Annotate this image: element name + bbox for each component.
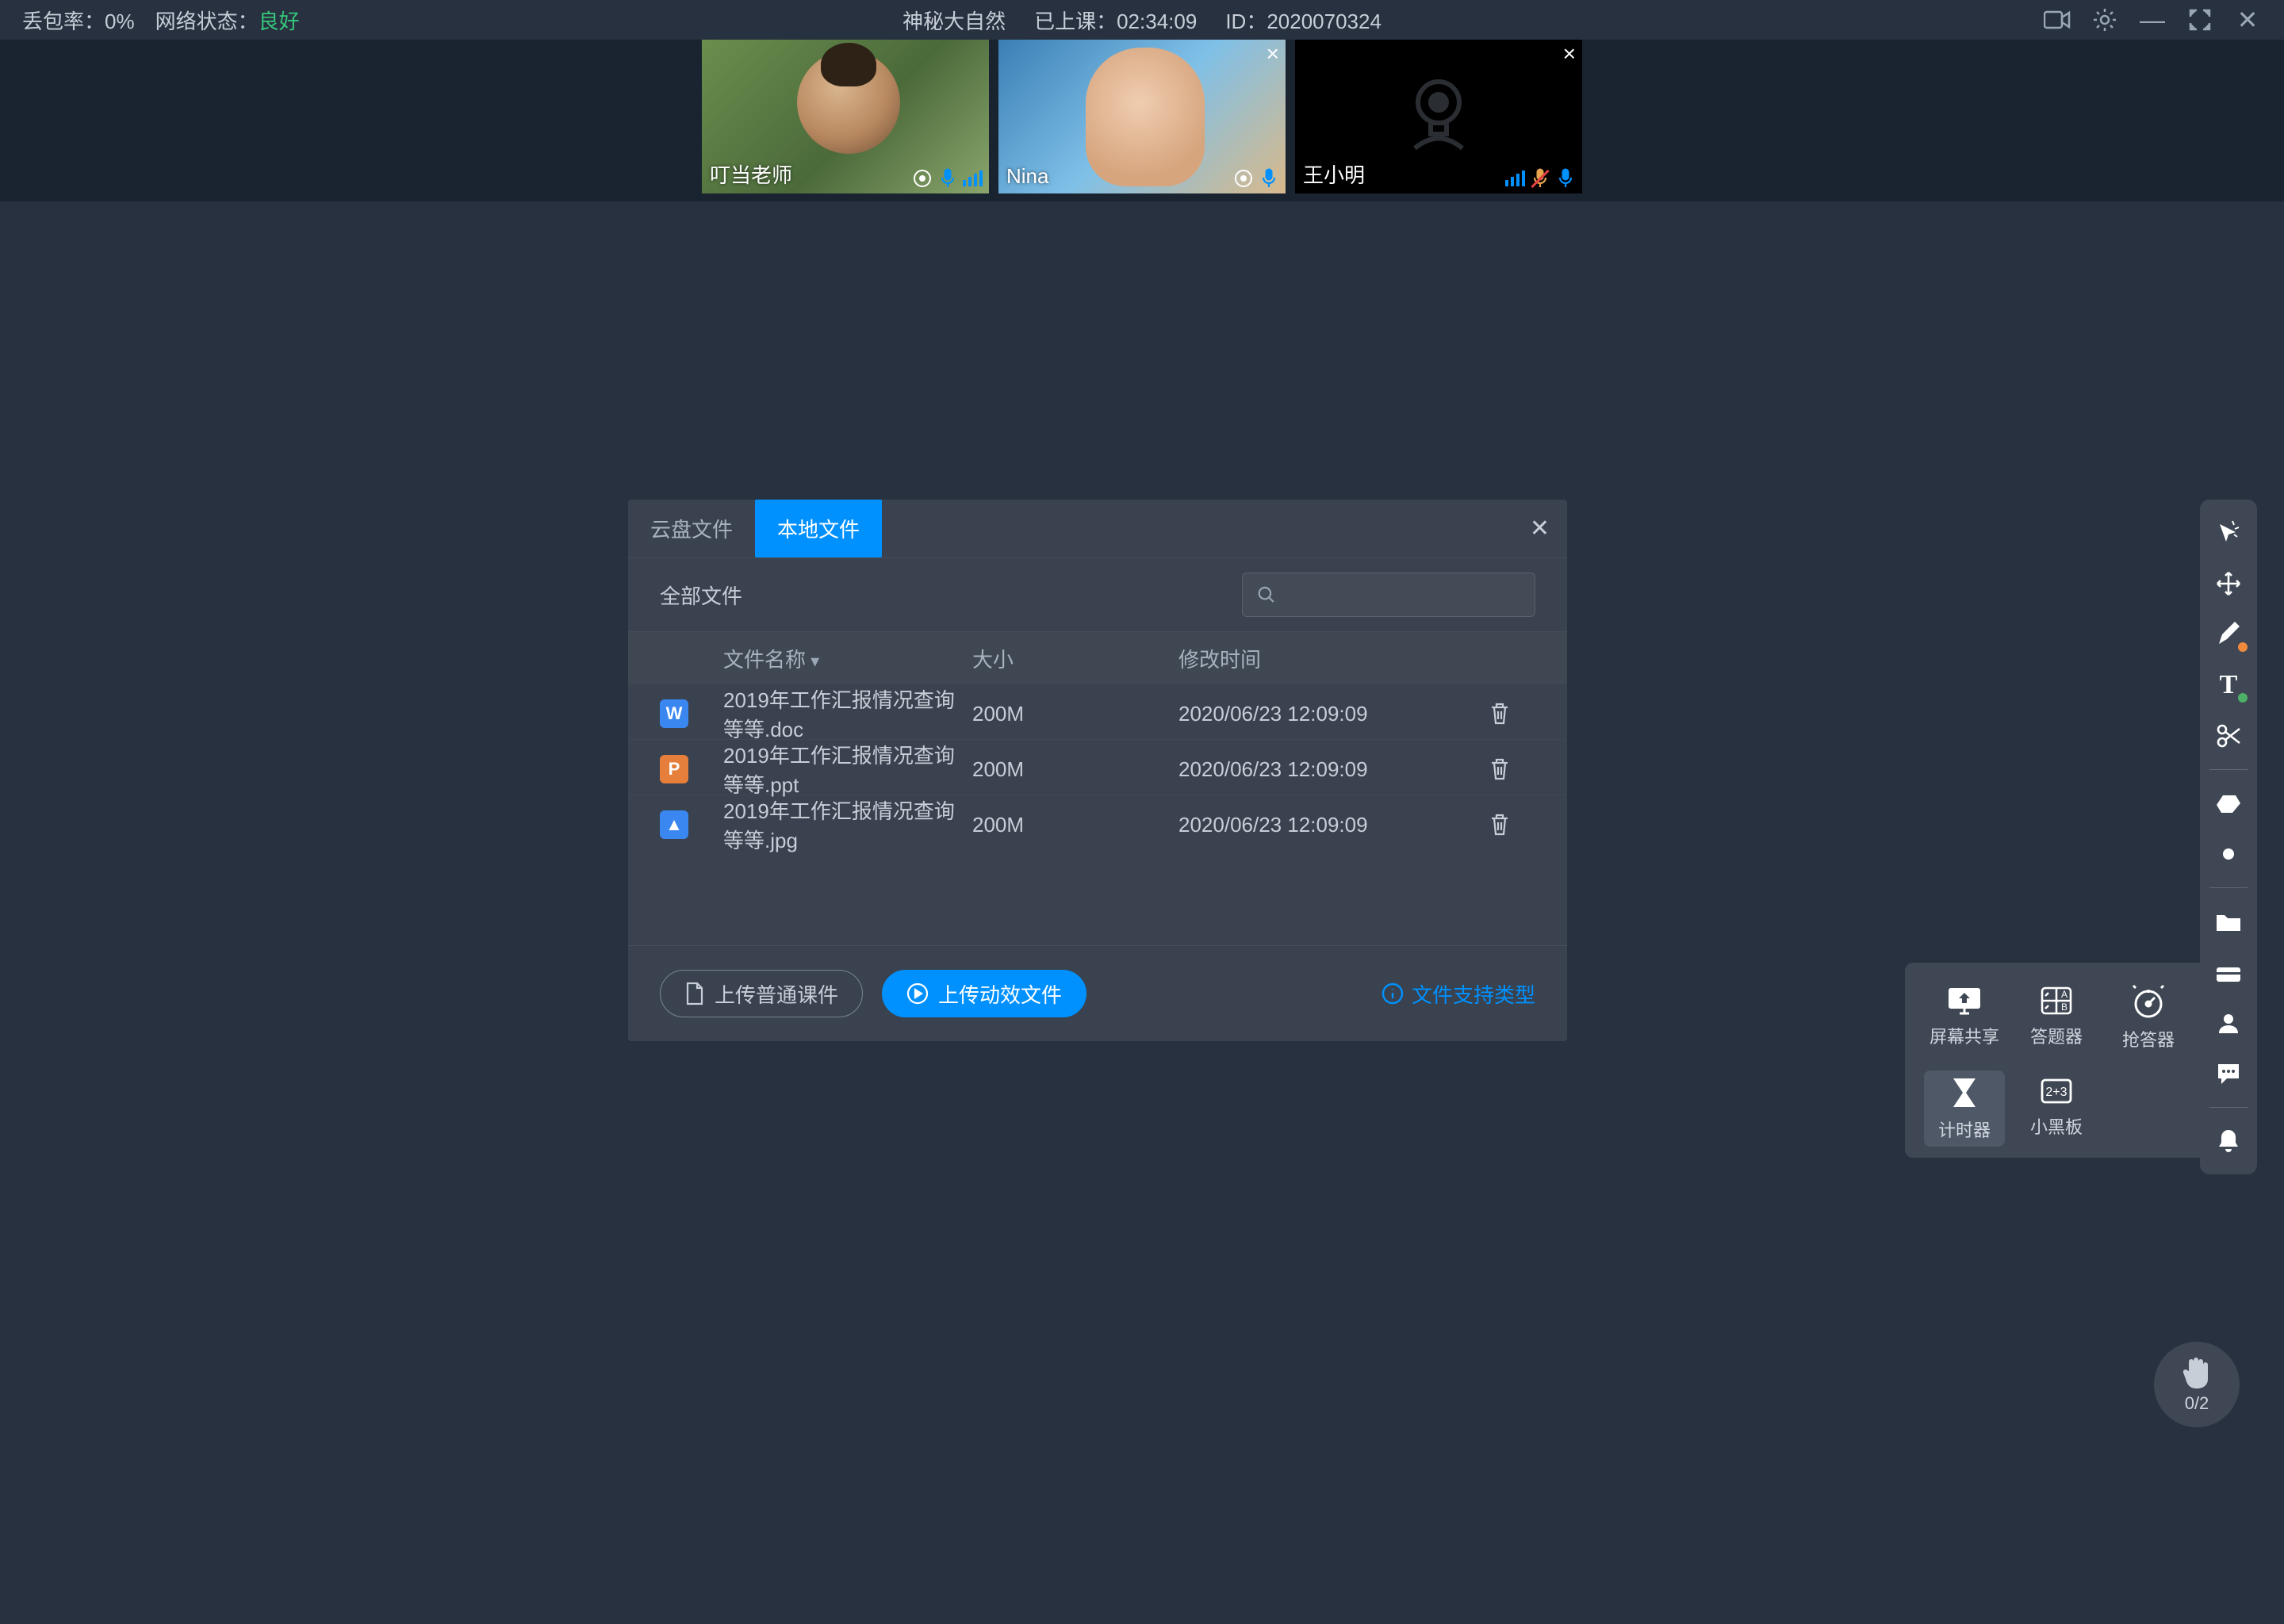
mini-blackboard-button[interactable]: 2+3 小黑板 — [2016, 1071, 2097, 1147]
upload-normal-button[interactable]: 上传普通课件 — [660, 970, 863, 1017]
session-id: ID：2020070324 — [1225, 6, 1382, 35]
settings-icon[interactable] — [2090, 6, 2119, 34]
raise-hand-count: 0/2 — [2185, 1393, 2209, 1414]
video-thumbnails: 叮当老师 × Nina × 王小明 — [0, 40, 2284, 201]
dialog-close-icon[interactable]: ✕ — [1530, 515, 1550, 542]
file-row[interactable]: P2019年工作汇报情况查询等等.ppt200M2020/06/23 12:09… — [628, 740, 1567, 795]
participant-tile[interactable]: 叮当老师 — [702, 40, 989, 193]
file-icon — [684, 982, 705, 1005]
close-tile-icon[interactable]: × — [1563, 43, 1576, 65]
chat-icon[interactable] — [2206, 1051, 2251, 1096]
mic-icon — [937, 168, 958, 189]
signal-icon — [963, 170, 983, 186]
file-name: 2019年工作汇报情况查询等等.ppt — [723, 740, 972, 799]
mic-icon — [1555, 168, 1576, 189]
packet-loss: 丢包率：0% — [22, 6, 135, 35]
tab-cloud-files[interactable]: 云盘文件 — [628, 500, 755, 557]
timer-button[interactable]: 计时器 — [1924, 1071, 2005, 1147]
file-mtime: 2020/06/23 12:09:09 — [1178, 757, 1464, 782]
supported-types-link[interactable]: 文件支持类型 — [1382, 979, 1535, 1009]
user-icon[interactable] — [2206, 1001, 2251, 1045]
top-status-bar: 丢包率：0% 网络状态：良好 神秘大自然 已上课：02:34:09 ID：202… — [0, 0, 2284, 40]
file-type-icon: W — [660, 699, 688, 728]
file-name: 2019年工作汇报情况查询等等.doc — [723, 684, 972, 743]
svg-text:B: B — [2061, 1002, 2067, 1013]
move-icon[interactable] — [2206, 561, 2251, 606]
file-size: 200M — [972, 813, 1178, 837]
delete-file-icon[interactable] — [1464, 813, 1535, 837]
responder-button[interactable]: 抢答器 — [2108, 980, 2189, 1056]
pen-icon[interactable] — [2206, 612, 2251, 657]
raise-hand-button[interactable]: 0/2 — [2154, 1342, 2240, 1427]
file-type-icon: P — [660, 755, 688, 783]
toolbox-icon[interactable] — [2206, 950, 2251, 994]
delete-file-icon[interactable] — [1464, 757, 1535, 781]
camera-status-icon — [1233, 168, 1254, 189]
mic-icon — [1259, 168, 1279, 189]
participant-name: 叮当老师 — [710, 159, 792, 189]
fullscreen-icon[interactable] — [2186, 6, 2214, 34]
file-dialog: 云盘文件 本地文件 ✕ 全部文件 文件名称 大小 修改时间 W 2019年工作汇报… — [628, 500, 1567, 1041]
mic-muted-icon — [1530, 168, 1550, 189]
scissors-icon[interactable] — [2206, 714, 2251, 758]
participant-tile[interactable]: × Nina — [998, 40, 1286, 193]
session-title: 神秘大自然 — [902, 6, 1006, 35]
delete-file-icon[interactable] — [1464, 702, 1535, 726]
breadcrumb: 全部文件 — [660, 580, 1226, 610]
minimize-icon[interactable]: — — [2138, 6, 2167, 34]
screen-share-button[interactable]: 屏幕共享 — [1924, 980, 2005, 1056]
elapsed-time: 已上课：02:34:09 — [1034, 6, 1197, 35]
participant-tile[interactable]: × 王小明 — [1295, 40, 1582, 193]
file-row[interactable]: W 2019年工作汇报情况查询等等.doc200M2020/06/23 12:09… — [628, 684, 1567, 740]
col-name[interactable]: 文件名称 — [723, 644, 972, 673]
participant-name: 王小明 — [1303, 159, 1365, 189]
search-field[interactable] — [1283, 584, 1520, 606]
file-size: 200M — [972, 757, 1178, 782]
file-mtime: 2020/06/23 12:09:09 — [1178, 702, 1464, 726]
network-status: 网络状态：良好 — [155, 6, 300, 35]
teaching-tools-panel: 屏幕共享 AB 答题器 抢答器 计时器 2+3 小黑板 — [1905, 963, 2208, 1158]
file-name: 2019年工作汇报情况查询等等.jpg — [723, 795, 972, 854]
info-icon — [1382, 982, 1404, 1005]
file-row[interactable]: ▲ 2019年工作汇报情况查询等等.jpg200M2020/06/23 12:09… — [628, 795, 1567, 851]
camera-status-icon — [912, 168, 933, 189]
folder-icon[interactable] — [2206, 899, 2251, 944]
file-table-header: 文件名称 大小 修改时间 — [628, 632, 1567, 684]
eraser-icon[interactable] — [2206, 781, 2251, 825]
svg-text:A: A — [2061, 989, 2067, 1000]
bell-icon[interactable] — [2206, 1119, 2251, 1163]
close-window-icon[interactable]: ✕ — [2233, 6, 2262, 34]
upload-animated-button[interactable]: 上传动效文件 — [882, 970, 1086, 1017]
file-mtime: 2020/06/23 12:09:09 — [1178, 813, 1464, 837]
close-tile-icon[interactable]: × — [1267, 43, 1279, 65]
signal-icon — [1505, 170, 1525, 186]
toggle-camera-icon[interactable] — [2043, 6, 2071, 34]
search-icon — [1257, 584, 1275, 605]
col-mtime[interactable]: 修改时间 — [1178, 644, 1464, 673]
answer-device-button[interactable]: AB 答题器 — [2016, 980, 2097, 1056]
file-size: 200M — [972, 702, 1178, 726]
camera-off-icon — [1391, 69, 1486, 164]
pointer-click-icon[interactable] — [2206, 511, 2251, 555]
search-input[interactable] — [1242, 573, 1535, 617]
participant-name: Nina — [1006, 164, 1048, 189]
play-add-icon — [906, 982, 929, 1005]
circle-dot-icon[interactable] — [2206, 832, 2251, 876]
text-icon[interactable]: T — [2206, 663, 2251, 707]
tab-local-files[interactable]: 本地文件 — [755, 500, 882, 557]
file-type-icon: ▲ — [660, 810, 688, 839]
col-size[interactable]: 大小 — [972, 644, 1178, 673]
svg-text:2+3: 2+3 — [2045, 1086, 2067, 1099]
hand-icon — [2181, 1355, 2213, 1390]
right-toolbar: T — [2200, 500, 2257, 1174]
